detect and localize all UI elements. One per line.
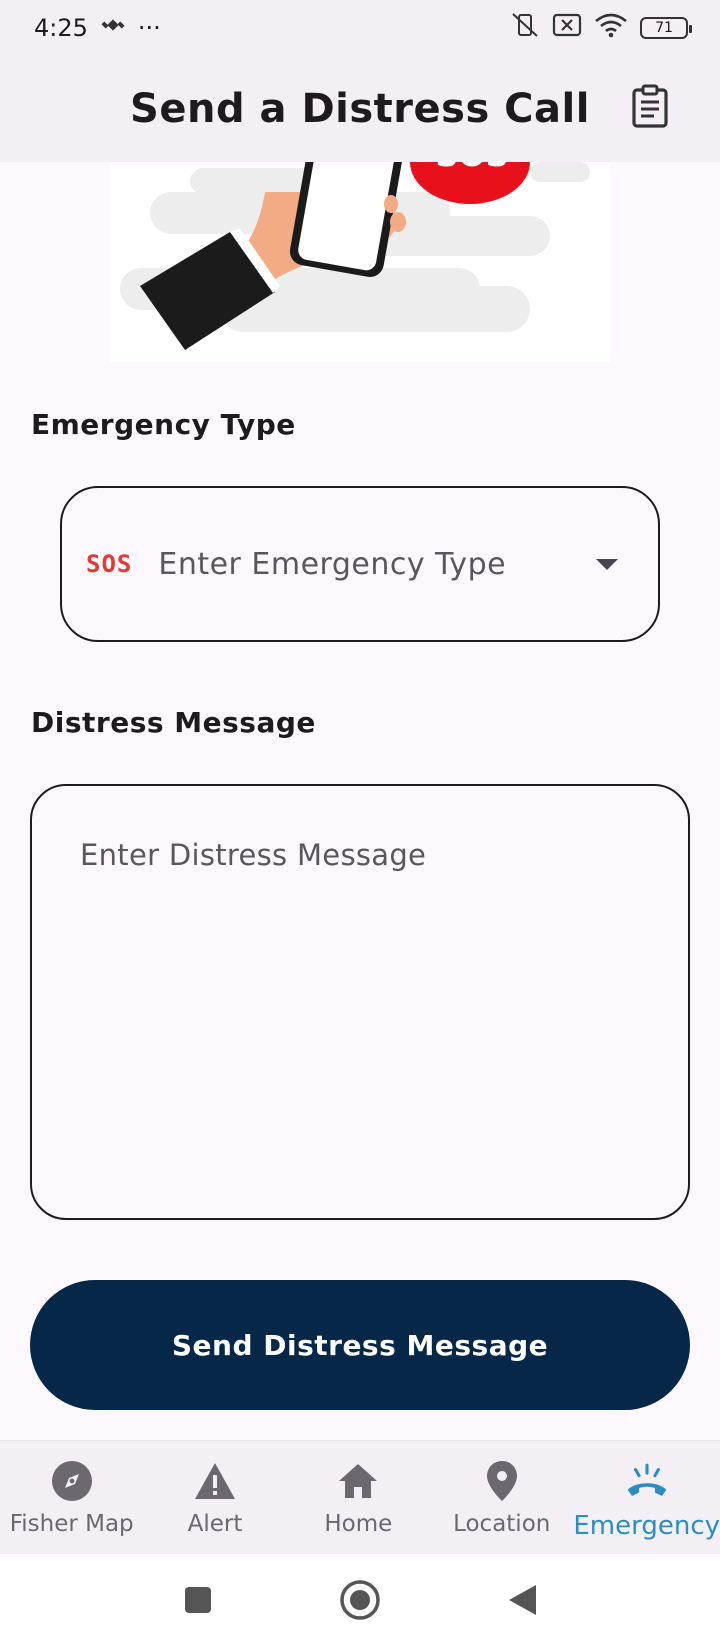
send-distress-message-button[interactable]: Send Distress Message bbox=[30, 1280, 690, 1410]
nav-item-location[interactable]: Location bbox=[430, 1441, 573, 1554]
clipboard-list-icon bbox=[630, 84, 670, 132]
nav-item-home[interactable]: Home bbox=[287, 1441, 430, 1554]
compass-icon bbox=[50, 1459, 94, 1503]
nav-label-alert: Alert bbox=[187, 1511, 243, 1537]
sos-icon: SOS bbox=[86, 550, 133, 578]
status-bar: 4:25 ··· 71 bbox=[0, 0, 720, 56]
emergency-type-placeholder: Enter Emergency Type bbox=[158, 546, 507, 582]
bottom-navigation: Fisher Map Alert Home Location Emergency bbox=[0, 1440, 720, 1554]
status-left: 4:25 ··· bbox=[34, 12, 161, 44]
status-overflow-dots: ··· bbox=[137, 14, 161, 42]
recents-button[interactable] bbox=[176, 1580, 220, 1624]
no-sim-icon bbox=[552, 13, 582, 43]
distress-message-box bbox=[30, 784, 690, 1220]
vibrate-off-icon bbox=[510, 12, 540, 44]
nav-label-location: Location bbox=[453, 1511, 551, 1537]
home-icon bbox=[336, 1459, 380, 1503]
back-button[interactable] bbox=[500, 1580, 544, 1624]
nav-item-fisher-map[interactable]: Fisher Map bbox=[0, 1441, 143, 1554]
svg-text:SOS: SOS bbox=[435, 162, 508, 174]
warning-icon bbox=[193, 1459, 237, 1503]
location-pin-icon bbox=[480, 1459, 524, 1503]
wifi-icon bbox=[594, 12, 628, 44]
status-time: 4:25 bbox=[34, 14, 88, 42]
distress-message-label: Distress Message bbox=[31, 706, 316, 739]
system-navigation-bar bbox=[0, 1554, 720, 1650]
app-bar: Send a Distress Call bbox=[0, 56, 720, 162]
nav-label-home: Home bbox=[324, 1511, 393, 1537]
nav-item-alert[interactable]: Alert bbox=[143, 1441, 286, 1554]
emergency-type-dropdown[interactable]: SOS Enter Emergency Type bbox=[60, 486, 660, 642]
chevron-down-icon bbox=[596, 558, 618, 570]
status-right: 71 bbox=[510, 12, 692, 44]
nav-label-fisher-map: Fisher Map bbox=[9, 1511, 134, 1537]
square-icon bbox=[183, 1585, 213, 1619]
phone-ringing-icon bbox=[625, 1459, 669, 1503]
satellite-icon bbox=[100, 12, 126, 44]
battery-icon: 71 bbox=[640, 17, 692, 39]
clipboard-list-button[interactable] bbox=[624, 82, 676, 134]
emergency-type-label: Emergency Type bbox=[31, 408, 296, 441]
back-triangle-icon bbox=[506, 1583, 538, 1621]
sos-hand-phone-illustration: SOS bbox=[110, 162, 610, 362]
nav-item-emergency[interactable]: Emergency bbox=[573, 1441, 720, 1554]
home-system-button[interactable] bbox=[338, 1580, 382, 1624]
nav-label-emergency: Emergency bbox=[573, 1511, 720, 1541]
page-title: Send a Distress Call bbox=[130, 86, 590, 132]
circle-icon bbox=[339, 1579, 381, 1625]
distress-message-input[interactable] bbox=[80, 838, 640, 1166]
